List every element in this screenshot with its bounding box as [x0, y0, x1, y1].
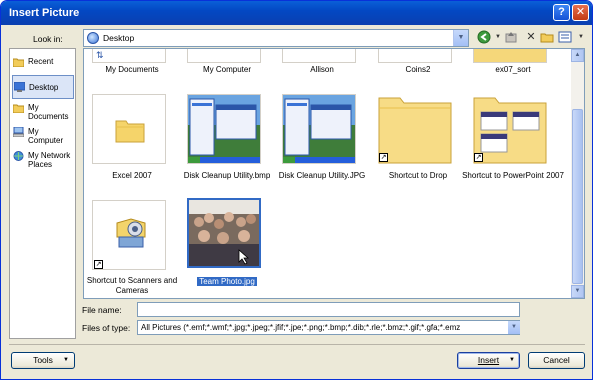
files-of-type-value: All Pictures (*.emf;*.wmf;*.jpg;*.jpeg;*… — [141, 323, 461, 332]
file-item[interactable]: Disk Cleanup Utility.JPG — [276, 94, 368, 189]
insert-button[interactable]: Insert ▼ — [457, 352, 520, 369]
help-button[interactable]: ? — [553, 4, 570, 21]
file-item[interactable]: ↗ Shortcut to Drop — [372, 94, 464, 189]
chevron-down-icon[interactable]: ▼ — [453, 30, 468, 46]
screenshot-thumbnail-icon — [188, 95, 260, 163]
my-documents-icon — [12, 103, 25, 114]
shortcut-arrow-icon: ↗ — [94, 260, 103, 269]
scroll-up-icon[interactable]: ▲ — [571, 49, 584, 62]
thumbnail: ↗ — [473, 94, 547, 164]
cancel-button[interactable]: Cancel — [528, 352, 585, 369]
team-photo-thumbnail-icon — [189, 200, 259, 266]
shortcut-arrow-icon: ↗ — [474, 153, 483, 162]
file-item[interactable]: Excel 2007 — [86, 94, 178, 189]
thumbnail: ↗ — [92, 200, 166, 270]
file-name-label: File name: — [82, 305, 122, 315]
back-dropdown-icon[interactable]: ▼ — [491, 30, 505, 44]
file-item[interactable]: ↗ Shortcut to Scanners and Cameras — [86, 200, 178, 298]
shortcut-arrow-icon: ↗ — [379, 153, 388, 162]
places-label: Recent — [28, 57, 54, 66]
file-item[interactable]: ⇅ My Documents — [86, 49, 178, 75]
recent-icon — [12, 57, 25, 68]
folder-icon — [115, 120, 145, 143]
files-of-type-label: Files of type: — [82, 323, 131, 333]
window-title: Insert Picture — [9, 7, 80, 19]
file-name-input[interactable] — [137, 302, 520, 317]
close-button[interactable]: ✕ — [572, 4, 589, 21]
file-label: My Computer — [202, 65, 251, 74]
places-item-my-computer[interactable]: My Computer — [12, 125, 74, 147]
thumbnail — [378, 49, 452, 63]
file-label: Excel 2007 — [112, 171, 152, 180]
look-in-label: Look in: — [33, 34, 63, 44]
thumbnail: ↗ — [378, 94, 452, 164]
file-label: Shortcut to PowerPoint 2007 — [462, 171, 564, 180]
screenshot-thumbnail-icon — [283, 95, 355, 163]
places-item-desktop[interactable]: Desktop — [12, 75, 74, 99]
look-in-dropdown[interactable]: Desktop ▼ — [83, 29, 469, 47]
file-label: Coins2 — [405, 65, 431, 74]
file-label: Disk Cleanup Utility.JPG — [278, 171, 366, 180]
places-label: Desktop — [29, 83, 59, 92]
places-item-recent[interactable]: Recent — [12, 55, 74, 69]
file-item-selected[interactable]: Team Photo.jpg — [181, 198, 273, 298]
thumbnail — [187, 94, 261, 164]
thumbnail — [282, 94, 356, 164]
file-label: Shortcut to Drop — [388, 171, 448, 180]
scanner-camera-icon — [116, 218, 146, 248]
places-item-my-documents[interactable]: My Documents — [12, 101, 74, 123]
thumbnail — [187, 49, 261, 63]
vertical-scrollbar[interactable]: ▲ ▼ — [571, 49, 584, 298]
chevron-down-icon[interactable]: ▼ — [508, 321, 520, 334]
places-label: My Network Places — [28, 151, 71, 169]
shortcut-arrows-icon: ⇅ — [96, 50, 104, 60]
folder-icon — [378, 97, 452, 164]
file-label: Team Photo.jpg — [175, 277, 279, 287]
my-computer-icon — [12, 126, 25, 138]
file-item[interactable]: My Computer — [181, 49, 273, 75]
thumbnail — [187, 198, 261, 268]
file-label: ex07_sort — [495, 65, 531, 74]
file-label: Disk Cleanup Utility.bmp — [183, 171, 271, 180]
places-label: My Documents — [28, 103, 69, 121]
delete-icon[interactable]: ✕ — [524, 30, 538, 44]
insert-label: Insert — [477, 355, 500, 365]
chevron-down-icon: ▼ — [509, 357, 515, 363]
new-folder-icon[interactable] — [540, 30, 554, 44]
folder-with-thumbnails-icon — [473, 97, 547, 164]
files-of-type-dropdown[interactable]: All Pictures (*.emf;*.wmf;*.jpg;*.jpeg;*… — [137, 320, 520, 335]
desktop-icon — [87, 32, 99, 44]
desktop-icon — [13, 81, 26, 92]
tools-label: Tools — [33, 355, 53, 365]
thumbnail — [282, 49, 356, 63]
back-arrow-icon[interactable] — [477, 30, 491, 44]
places-item-network-places[interactable]: My Network Places — [12, 149, 74, 171]
look-in-value: Desktop — [103, 33, 135, 43]
places-label: My Computer — [28, 127, 64, 145]
file-label: My Documents — [105, 65, 159, 74]
insert-picture-dialog: Insert Picture ? ✕ Look in: Desktop ▼ ▼ … — [0, 0, 593, 380]
views-dropdown-icon[interactable]: ▼ — [574, 30, 588, 44]
tools-button[interactable]: Tools ▼ — [11, 352, 75, 369]
up-folder-icon[interactable] — [504, 30, 518, 44]
selected-file-label: Team Photo.jpg — [197, 277, 257, 286]
scroll-thumb[interactable] — [572, 109, 583, 284]
thumbnail — [473, 49, 547, 63]
file-item[interactable]: ↗ Shortcut to PowerPoint 2007 — [462, 94, 564, 189]
file-item[interactable]: Allison — [276, 49, 368, 75]
title-bar: Insert Picture ? ✕ — [1, 1, 592, 25]
file-item[interactable]: ex07_sort — [467, 49, 559, 75]
places-bar: Recent Desktop My Documents My Computer … — [9, 48, 76, 339]
file-label: Allison — [310, 65, 334, 74]
separator — [9, 344, 585, 345]
network-places-icon — [13, 151, 24, 161]
views-icon[interactable] — [558, 30, 572, 44]
scroll-down-icon[interactable]: ▼ — [571, 285, 584, 298]
file-label: Shortcut to Scanners and Cameras — [86, 276, 178, 295]
thumbnail — [92, 94, 166, 164]
file-item[interactable]: Coins2 — [372, 49, 464, 75]
chevron-down-icon: ▼ — [63, 357, 69, 363]
file-item[interactable]: Disk Cleanup Utility.bmp — [181, 94, 273, 189]
file-list: ⇅ My Documents My Computer Allison Coins… — [83, 48, 585, 299]
